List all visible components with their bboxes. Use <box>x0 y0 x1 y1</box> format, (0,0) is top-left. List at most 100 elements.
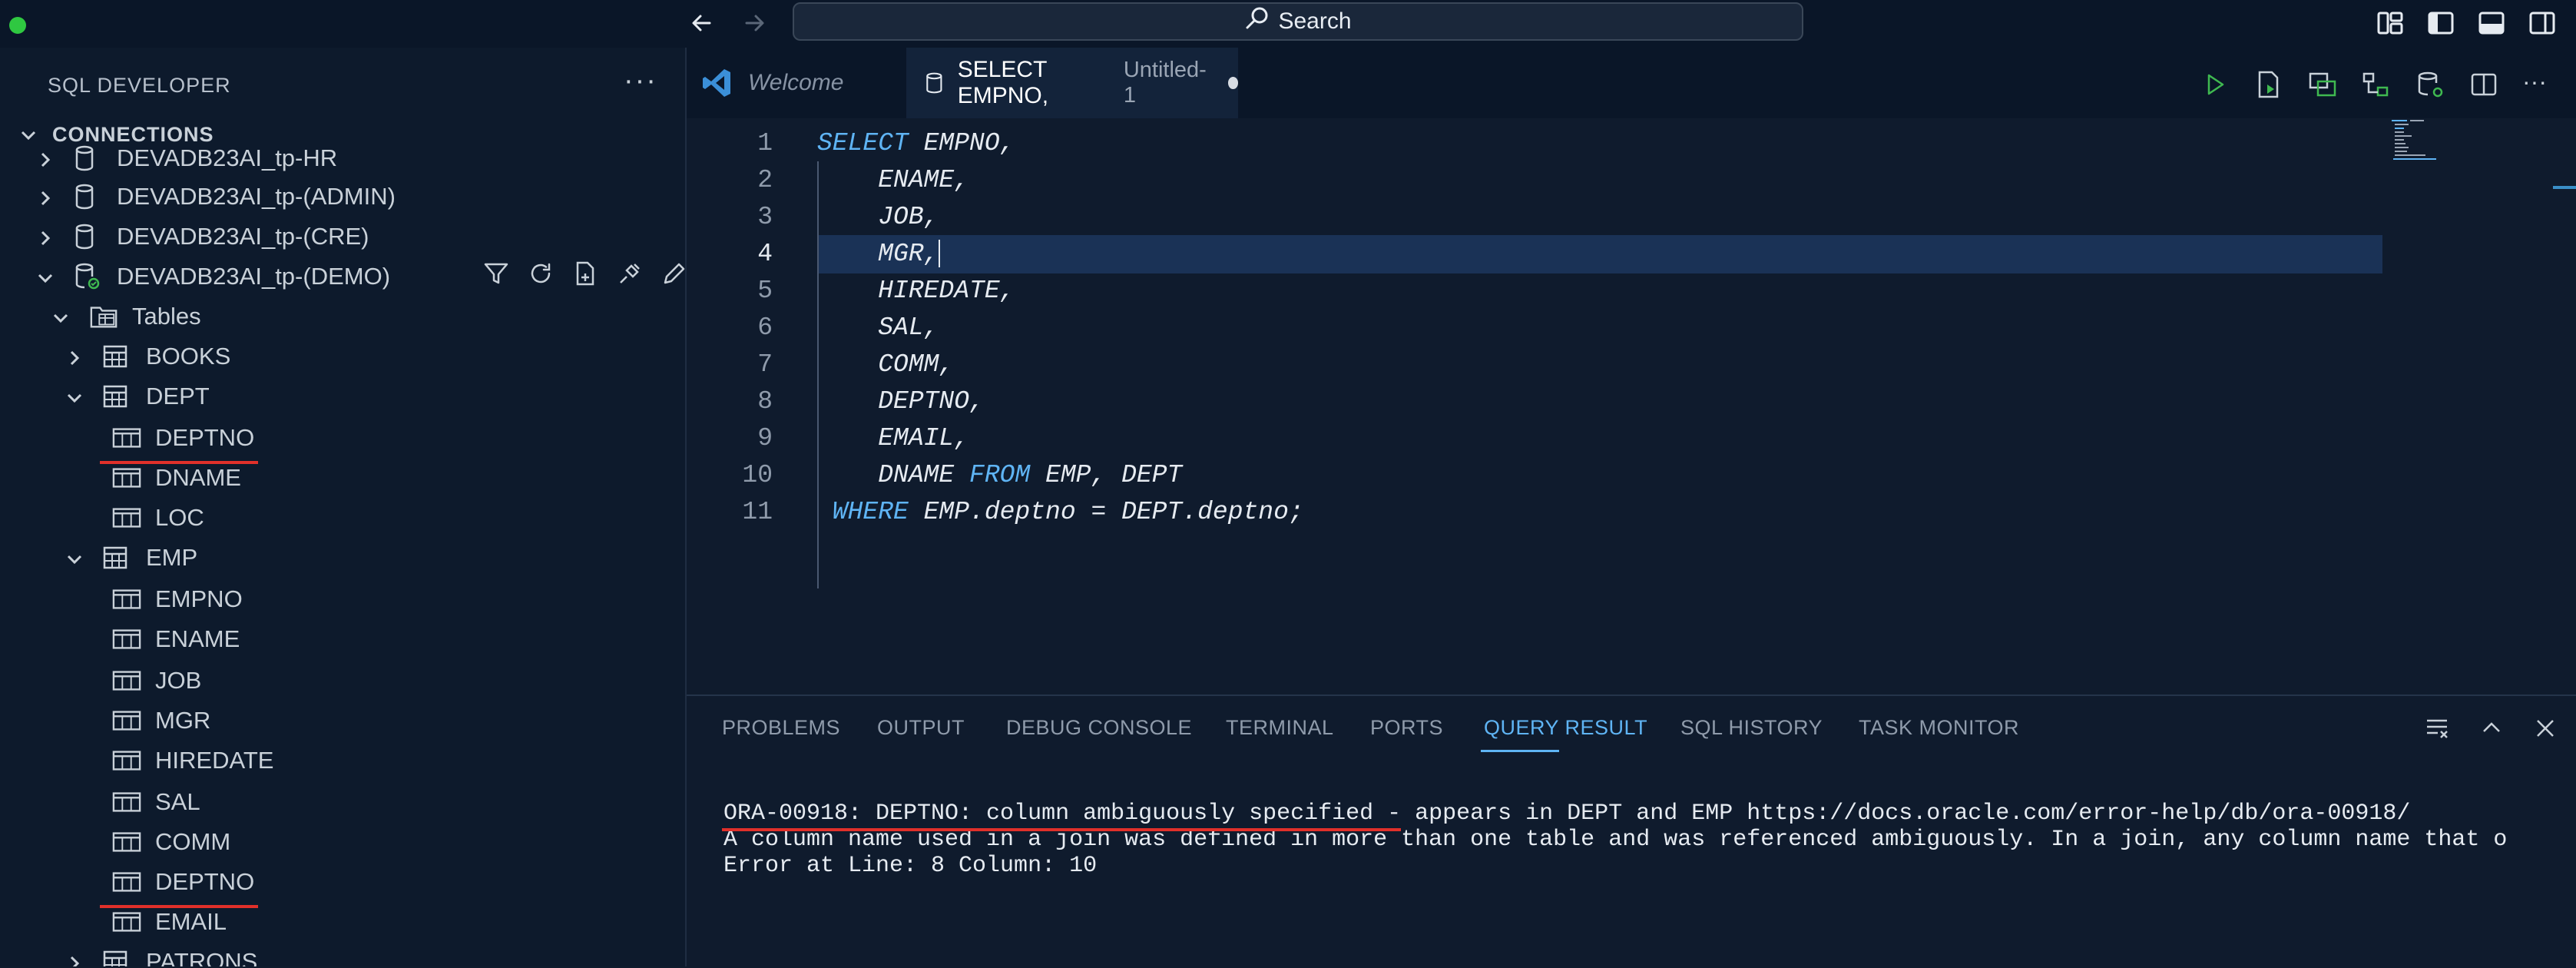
line-number: 3 <box>757 203 773 231</box>
code-line[interactable]: DEPTNO, <box>817 387 985 416</box>
database-icon <box>74 183 103 211</box>
tab-query-result[interactable]: QUERY RESULT <box>1484 716 1647 740</box>
tree-item-connection-demo[interactable]: DEVADB23AI_tp-(DEMO) <box>35 257 390 297</box>
table-icon <box>103 948 132 966</box>
tab-problems[interactable]: PROBLEMS <box>722 716 840 740</box>
new-file-icon[interactable] <box>571 260 599 287</box>
more-actions-button[interactable]: ··· <box>624 65 657 98</box>
tree-item-table-emp[interactable]: EMP <box>65 538 197 578</box>
autotrace-icon[interactable] <box>2361 69 2392 100</box>
run-script-icon[interactable] <box>2253 69 2284 100</box>
back-arrow-icon[interactable] <box>687 8 720 38</box>
explain-plan-icon[interactable] <box>2307 69 2338 100</box>
code-editor[interactable]: 1 SELECT EMPNO, 2 ENAME, 3 JOB, 4 MGR, 5 HIRE… <box>687 118 2576 695</box>
chevron-down-icon[interactable] <box>65 548 84 568</box>
line-number: 1 <box>757 129 773 157</box>
column-icon <box>112 747 141 774</box>
toggle-primary-sidebar-icon[interactable] <box>2425 8 2456 38</box>
tree-item-connection-cre[interactable]: DEVADB23AI_tp-(CRE) <box>35 217 369 257</box>
tab-debug-console[interactable]: DEBUG CONSOLE <box>1006 716 1192 740</box>
code-line[interactable]: COMM, <box>817 350 954 379</box>
database-settings-icon[interactable] <box>2415 69 2445 100</box>
line-number: 5 <box>757 277 773 305</box>
code-line[interactable]: ENAME, <box>817 166 969 194</box>
close-panel-icon[interactable] <box>2531 714 2559 742</box>
chevron-down-icon[interactable] <box>65 386 84 406</box>
database-icon <box>926 72 942 94</box>
tree-item-column-hiredate[interactable]: HIREDATE <box>112 741 273 781</box>
tree-item-column-loc[interactable]: LOC <box>112 498 204 538</box>
tree-item-column-ename[interactable]: ENAME <box>112 619 240 659</box>
edit-pencil-icon[interactable] <box>661 260 685 287</box>
disconnect-plug-icon[interactable] <box>616 260 644 287</box>
filter-icon[interactable] <box>482 260 510 287</box>
code-line[interactable]: JOB, <box>817 203 939 231</box>
line-number: 8 <box>757 387 773 416</box>
unsaved-dot-icon[interactable] <box>1227 77 1238 89</box>
customize-layout-icon[interactable] <box>2375 8 2405 38</box>
more-actions-icon[interactable]: ··· <box>2522 69 2553 100</box>
tree-item-table-patrons[interactable]: PATRONS <box>65 942 257 966</box>
code-line[interactable]: DNAME FROM EMP, DEPT <box>817 461 1182 489</box>
tab-terminal[interactable]: TERMINAL <box>1226 716 1334 740</box>
tree-item-column-job[interactable]: JOB <box>112 661 201 701</box>
tree-item-column-deptno[interactable]: DEPTNO <box>112 862 254 902</box>
deptno-annotation-underline <box>100 905 258 908</box>
toggle-secondary-sidebar-icon[interactable] <box>2527 8 2558 38</box>
split-editor-icon[interactable] <box>2468 69 2499 100</box>
toggle-panel-icon[interactable] <box>2476 8 2507 38</box>
tab-task-monitor[interactable]: TASK MONITOR <box>1859 716 2019 740</box>
window-zoom-button[interactable] <box>9 17 26 34</box>
editor-tab-bar: Welcome SELECT EMPNO, Untitled-1 ··· <box>687 48 2576 118</box>
chevron-right-icon[interactable] <box>35 148 55 168</box>
tree-item-label: COMM <box>155 828 231 855</box>
code-text: EMPNO, <box>908 129 1015 157</box>
chevron-down-icon[interactable] <box>35 267 55 287</box>
line-number: 6 <box>757 313 773 342</box>
refresh-icon[interactable] <box>527 260 555 287</box>
tab-sql-history[interactable]: SQL HISTORY <box>1680 716 1823 740</box>
tab-untitled-1[interactable]: SELECT EMPNO, Untitled-1 <box>906 48 1238 118</box>
tables-folder-icon <box>89 303 118 330</box>
database-connected-icon <box>74 263 103 290</box>
chevron-right-icon[interactable] <box>65 346 84 366</box>
text-cursor <box>939 240 941 268</box>
code-line[interactable]: MGR, <box>817 240 941 268</box>
tab-output[interactable]: OUTPUT <box>877 716 965 740</box>
editor-actions: ··· <box>2200 69 2553 100</box>
chevron-right-icon[interactable] <box>65 952 84 966</box>
run-icon[interactable] <box>2200 69 2230 100</box>
code-line[interactable]: SAL, <box>817 313 939 342</box>
tree-item-label: DEVADB23AI_tp-HR <box>117 144 338 171</box>
chevron-right-icon[interactable] <box>35 187 55 207</box>
maximize-panel-icon[interactable] <box>2478 714 2505 742</box>
forward-arrow-icon[interactable] <box>737 8 771 38</box>
tree-item-tables-node[interactable]: Tables <box>51 297 201 336</box>
column-icon <box>112 504 141 532</box>
tree-item-column-sal[interactable]: SAL <box>112 782 200 822</box>
tree-item-label: Tables <box>132 303 201 330</box>
tab-welcome[interactable]: Welcome <box>687 48 905 118</box>
tree-item-column-comm[interactable]: COMM <box>112 822 230 862</box>
tree-item-column-empno[interactable]: EMPNO <box>112 579 243 619</box>
column-icon <box>112 707 141 734</box>
code-text: JOB, <box>817 203 939 231</box>
tree-item-connection-hr[interactable]: DEVADB23AI_tp-HR <box>35 138 337 178</box>
deptno-annotation-underline <box>100 461 258 464</box>
code-line[interactable]: EMAIL, <box>817 424 969 453</box>
command-search-box[interactable]: Search <box>793 2 1803 41</box>
code-line[interactable]: SELECT EMPNO, <box>817 129 1015 157</box>
tree-item-connection-admin[interactable]: DEVADB23AI_tp-(ADMIN) <box>35 177 396 217</box>
tab-sublabel: Untitled-1 <box>1123 58 1207 108</box>
tree-item-table-dept[interactable]: DEPT <box>65 376 210 416</box>
clear-output-icon[interactable] <box>2424 714 2452 742</box>
tree-item-column-deptno[interactable]: DEPTNO <box>112 418 254 458</box>
chevron-right-icon[interactable] <box>35 227 55 247</box>
tree-item-column-mgr[interactable]: MGR <box>112 701 210 741</box>
chevron-down-icon[interactable] <box>51 307 71 327</box>
code-line[interactable]: WHERE EMP.deptno = DEPT.deptno; <box>817 498 1304 526</box>
code-line[interactable]: HIREDATE, <box>817 277 1015 305</box>
minimap[interactable] <box>2392 118 2476 164</box>
tree-item-table-books[interactable]: BOOKS <box>65 336 230 376</box>
tab-ports[interactable]: PORTS <box>1370 716 1443 740</box>
